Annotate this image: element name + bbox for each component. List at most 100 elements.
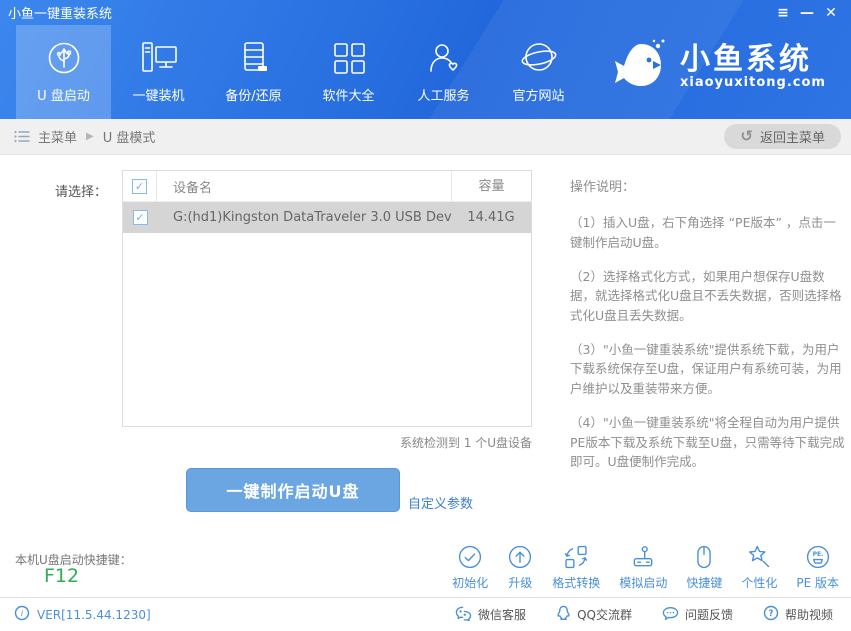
svg-text:PE.: PE. <box>812 551 823 558</box>
svg-text:?: ? <box>769 608 774 618</box>
nav-tab-website[interactable]: 官方网站 <box>491 25 586 119</box>
brand-domain: xiaoyuxitong.com <box>680 75 826 91</box>
instruction-step: （1）插入U盘，右下角选择 “PE版本” ，点击一键制作启动U盘。 <box>570 215 836 250</box>
tool-personalize[interactable]: 个性化 <box>741 543 777 591</box>
device-capacity: 14.41G <box>467 210 515 225</box>
select-all-checkbox[interactable]: ✓ <box>132 178 147 194</box>
usb-icon <box>46 40 82 76</box>
version-text: VER[11.5.44.1230] <box>37 607 151 622</box>
menu-icon[interactable]: ≡ <box>771 3 795 23</box>
make-boot-usb-button[interactable]: 一键制作启动U盘 <box>186 468 400 512</box>
qq-group-link[interactable]: QQ交流群 <box>556 605 632 625</box>
tool-label: 个性化 <box>741 576 778 590</box>
tool-label: PE 版本 <box>796 576 839 590</box>
titlebar: 小鱼一键重装系统 ≡ — ✕ <box>0 0 851 25</box>
breadcrumb: 主菜单 ▶ U 盘模式 ↺ 返回主菜单 <box>0 119 851 155</box>
instructions-panel: 操作说明： （1）插入U盘，右下角选择 “PE版本” ，点击一键制作启动U盘。 … <box>570 178 848 486</box>
nav-tab-one-click-install[interactable]: 一键装机 <box>111 25 206 119</box>
instruction-step: （2）选择格式化方式，如果用户想保存U盘数据，就选择格式化U盘且不丢失数据，否则… <box>570 268 842 323</box>
personalize-star-icon <box>746 543 772 570</box>
wechat-icon <box>455 606 472 624</box>
nav-label: 一键装机 <box>132 89 185 104</box>
table-row[interactable]: ✓ G:(hd1)Kingston DataTraveler 3.0 USB D… <box>123 202 531 233</box>
tool-label: 升级 <box>508 576 533 590</box>
device-name: G:(hd1)Kingston DataTraveler 3.0 USB Dev… <box>173 210 451 225</box>
upgrade-arrow-icon <box>507 543 533 570</box>
feedback-link[interactable]: 问题反馈 <box>662 605 733 625</box>
help-video-icon: ? <box>763 605 779 624</box>
help-video-link[interactable]: ? 帮助视频 <box>763 605 833 625</box>
nav-tab-software[interactable]: 软件大全 <box>301 25 396 119</box>
instruction-step: （3）"小鱼一键重装系统"提供系统下载，为用户下载系统保存至U盘，保证用户有系统… <box>570 342 842 396</box>
list-icon <box>14 130 30 143</box>
window-title: 小鱼一键重装系统 <box>8 7 113 22</box>
minimize-icon[interactable]: — <box>795 3 819 23</box>
brand: 小鱼系统 xiaoyuxitong.com <box>608 34 826 100</box>
format-convert-icon <box>563 543 589 570</box>
close-icon[interactable]: ✕ <box>819 3 843 23</box>
nav-label: 人工服务 <box>417 89 470 104</box>
column-header-device: 设备名 <box>173 180 213 196</box>
statusbar: i VER[11.5.44.1230] 微信客服 QQ交流群 问题反馈 ? 帮助… <box>0 597 851 631</box>
breadcrumb-root[interactable]: 主菜单 <box>38 127 77 146</box>
tool-simulate-boot[interactable]: 模拟启动 <box>619 543 667 591</box>
detect-status-text: 系统检测到 1 个U盘设备 <box>399 436 532 450</box>
tool-label: 快捷键 <box>686 576 723 590</box>
nav-label: U 盘启动 <box>37 89 90 104</box>
tool-upgrade[interactable]: 升级 <box>507 543 533 591</box>
fish-logo-icon <box>608 34 670 100</box>
nav-label: 软件大全 <box>322 89 375 104</box>
custom-params-link[interactable]: 自定义参数 <box>408 493 473 512</box>
app-window: 小鱼一键重装系统 ≡ — ✕ U 盘启动 一键装机 备份/还原 软件大全 人工服… <box>0 0 851 631</box>
nav-tab-usb-boot[interactable]: U 盘启动 <box>16 25 111 119</box>
breadcrumb-separator-icon: ▶ <box>86 131 94 142</box>
row-checkbox[interactable]: ✓ <box>132 210 148 225</box>
hotkey-mouse-icon <box>691 543 717 570</box>
status-links: 微信客服 QQ交流群 问题反馈 ? 帮助视频 <box>455 605 851 625</box>
feedback-bubble-icon <box>662 606 679 624</box>
status-link-label: 帮助视频 <box>784 608 833 622</box>
wechat-support-link[interactable]: 微信客服 <box>455 605 526 625</box>
support-person-icon <box>426 40 462 76</box>
header: 小鱼一键重装系统 ≡ — ✕ U 盘启动 一键装机 备份/还原 软件大全 人工服… <box>0 0 851 119</box>
pe-version-icon: PE. <box>805 543 831 570</box>
computer-icon <box>139 40 179 76</box>
brand-text: 小鱼系统 xiaoyuxitong.com <box>680 44 826 91</box>
tool-initialize[interactable]: 初始化 <box>452 543 488 591</box>
instructions-title: 操作说明： <box>570 180 636 195</box>
back-to-main-menu-button[interactable]: ↺ 返回主菜单 <box>724 124 841 149</box>
nav-tab-support[interactable]: 人工服务 <box>396 25 491 119</box>
window-controls: ≡ — ✕ <box>771 3 851 23</box>
svg-text:i: i <box>21 609 24 618</box>
nav-label: 官方网站 <box>512 89 565 104</box>
version-info[interactable]: i VER[11.5.44.1230] <box>0 605 151 624</box>
brand-name: 小鱼系统 <box>680 41 812 77</box>
tool-hotkey[interactable]: 快捷键 <box>686 543 722 591</box>
init-check-icon <box>457 543 483 570</box>
nav-label: 备份/还原 <box>225 89 282 104</box>
back-button-label: 返回主菜单 <box>759 131 825 146</box>
status-link-label: 微信客服 <box>478 608 527 622</box>
column-header-capacity: 容量 <box>451 171 531 201</box>
select-label: 请选择： <box>55 185 108 200</box>
table-header: ✓ 设备名 容量 <box>123 171 531 202</box>
instruction-step: （4）"小鱼一键重装系统"将全程自动为用户提供PE版本下载及系统下载至U盘，只需… <box>570 415 845 469</box>
backup-restore-icon <box>236 40 272 76</box>
tool-label: 初始化 <box>452 576 489 590</box>
tool-format-convert[interactable]: 格式转换 <box>552 543 600 591</box>
tool-label: 模拟启动 <box>619 576 668 590</box>
main-nav: U 盘启动 一键装机 备份/还原 软件大全 人工服务 官方网站 <box>16 25 586 119</box>
status-link-label: QQ交流群 <box>577 608 632 622</box>
hotkey-value: F12 <box>44 565 80 587</box>
breadcrumb-current: U 盘模式 <box>102 131 156 146</box>
info-icon: i <box>14 605 30 624</box>
simulate-boot-icon <box>630 543 656 570</box>
tool-label: 格式转换 <box>552 576 601 590</box>
website-globe-icon <box>520 40 558 76</box>
tool-pe-version[interactable]: PE. PE 版本 <box>796 543 839 591</box>
apps-grid-icon <box>331 40 367 76</box>
status-link-label: 问题反馈 <box>684 608 733 622</box>
nav-tab-backup-restore[interactable]: 备份/还原 <box>206 25 301 119</box>
tools-row: 初始化 升级 格式转换 模拟启动 快捷键 个性化 PE. PE 版本 <box>452 543 839 591</box>
back-arrow-icon: ↺ <box>740 127 753 145</box>
